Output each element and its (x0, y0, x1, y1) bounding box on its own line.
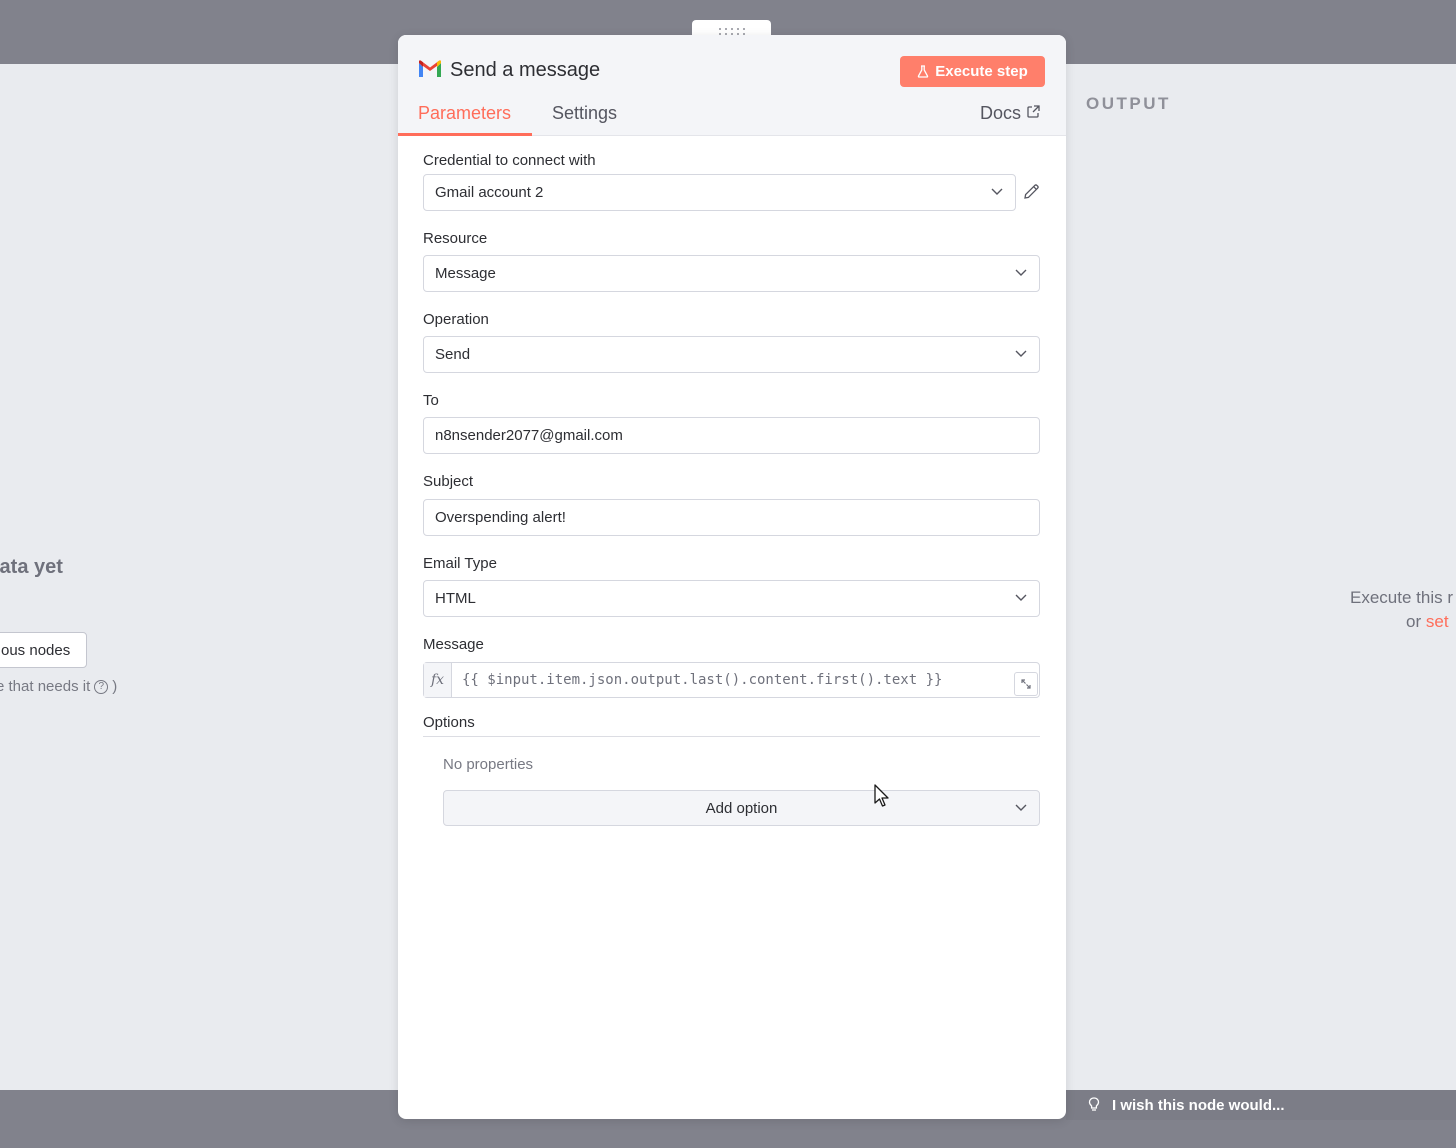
expand-expression-icon[interactable] (1014, 672, 1038, 696)
active-tab-indicator (398, 133, 532, 136)
edit-credential-pencil-icon[interactable] (1023, 183, 1040, 200)
output-panel: OUTPUT Execute this r or set (1066, 64, 1456, 1090)
message-label: Message (423, 636, 484, 653)
chevron-down-icon (1015, 269, 1027, 276)
chevron-down-icon (1015, 594, 1027, 601)
credential-select[interactable]: Gmail account 2 (423, 174, 1016, 211)
resource-label: Resource (423, 230, 488, 247)
node-header: Send a message Execute step Parameters S… (398, 35, 1066, 136)
email-type-label: Email Type (423, 555, 497, 572)
add-option-select[interactable]: Add option (443, 790, 1040, 826)
resource-value: Message (435, 265, 496, 282)
mouse-cursor-icon (874, 784, 889, 807)
no-properties-text: No properties (443, 756, 534, 773)
flask-icon (917, 65, 929, 78)
resource-select[interactable]: Message (423, 255, 1040, 292)
input-hint: e that needs it ? ) (0, 678, 117, 695)
to-input[interactable]: n8nsender2077@gmail.com (423, 417, 1040, 454)
feedback-bar[interactable]: I wish this node would... (1066, 1090, 1456, 1120)
options-divider (423, 736, 1040, 737)
input-hint-suffix: ) (112, 678, 118, 695)
node-title[interactable]: Send a message (450, 59, 600, 82)
credential-label: Credential to connect with (423, 152, 596, 169)
docs-label: Docs (980, 103, 1022, 123)
output-execute-hint: Execute this r (1350, 588, 1453, 607)
execute-step-button[interactable]: Execute step (900, 56, 1045, 87)
execute-previous-nodes-button[interactable]: ous nodes (0, 632, 88, 668)
message-expression-input[interactable]: fx {{ $input.item.json.output.last().con… (423, 662, 1040, 698)
email-type-value: HTML (435, 590, 476, 607)
input-hint-text: e that needs it (0, 678, 91, 695)
email-type-select[interactable]: HTML (423, 580, 1040, 617)
tab-parameters[interactable]: Parameters (418, 103, 511, 136)
subject-label: Subject (423, 473, 474, 490)
credential-value: Gmail account 2 (435, 184, 544, 201)
grip-icon (718, 27, 745, 35)
output-or-line: or set (1406, 612, 1449, 632)
set-mock-data-link[interactable]: set (1426, 612, 1449, 631)
lightbulb-icon (1088, 1097, 1100, 1111)
tab-settings[interactable]: Settings (552, 103, 617, 136)
external-link-icon (1027, 105, 1040, 118)
output-label: OUTPUT (1086, 94, 1171, 113)
to-label: To (423, 392, 439, 409)
gmail-icon (419, 60, 441, 77)
add-option-label: Add option (705, 799, 778, 817)
operation-label: Operation (423, 311, 489, 328)
operation-select[interactable]: Send (423, 336, 1040, 373)
docs-link[interactable]: Docs (980, 103, 1040, 124)
operation-value: Send (435, 346, 471, 363)
chevron-down-icon (1015, 350, 1027, 357)
subject-input[interactable]: Overspending alert! (423, 499, 1040, 536)
options-label: Options (423, 714, 475, 731)
output-or-text: or (1406, 612, 1422, 631)
input-panel: lata yet ous nodes e that needs it ? ) (0, 64, 398, 1090)
fx-icon: fx (424, 663, 452, 697)
expand-icon (1021, 679, 1031, 689)
no-input-data-heading: lata yet (0, 556, 63, 578)
node-details-panel: Send a message Execute step Parameters S… (398, 35, 1066, 1119)
message-expression-value[interactable]: {{ $input.item.json.output.last().conten… (452, 663, 1039, 697)
question-circle-icon[interactable]: ? (94, 679, 109, 694)
chevron-down-icon (991, 188, 1003, 195)
execute-step-label: Execute step (935, 63, 1028, 80)
feedback-text: I wish this node would... (1112, 1096, 1285, 1114)
chevron-down-icon (1015, 804, 1027, 811)
